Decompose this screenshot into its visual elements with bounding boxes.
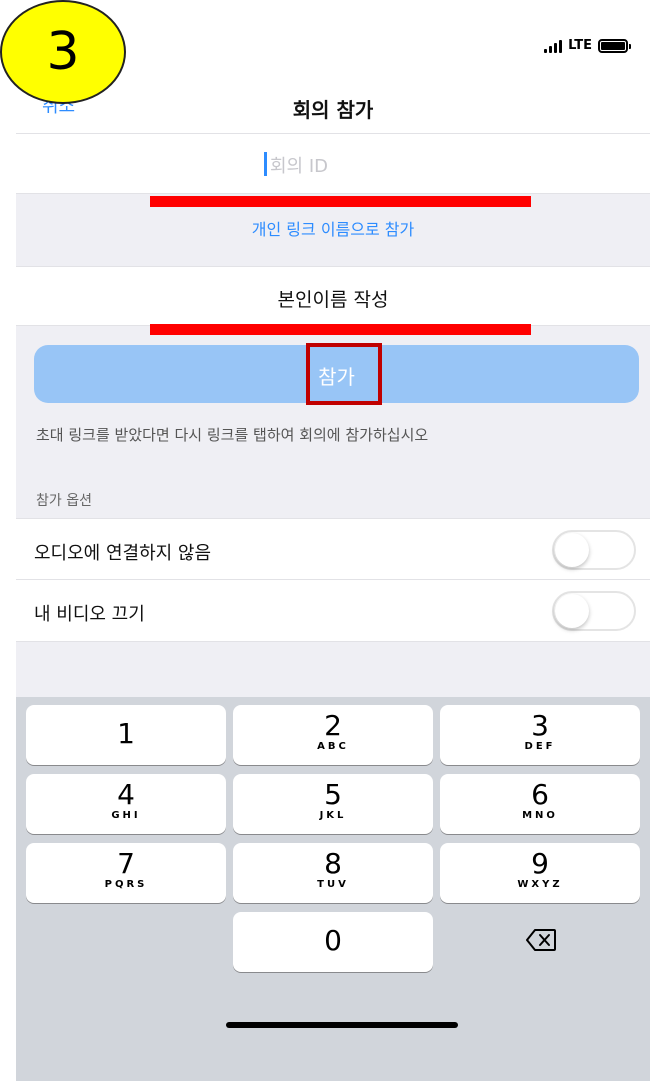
network-type: LTE <box>568 38 592 53</box>
key-9-number: 9 <box>531 847 549 880</box>
key-0-number: 0 <box>324 924 342 957</box>
key-2-letters: ABC <box>317 741 349 752</box>
key-7-letters: PQRS <box>104 879 148 890</box>
text-cursor <box>264 152 267 176</box>
numeric-keypad: 1 2 ABC 3 DEF 4 GHI 5 JKL 6 MNO 7 PQRS 8… <box>16 697 650 1081</box>
status-indicators: LTE <box>544 38 631 53</box>
key-5-number: 5 <box>324 778 342 811</box>
step-number: 3 <box>46 22 80 82</box>
key-1[interactable]: 1 <box>26 705 226 765</box>
key-8[interactable]: 8 TUV <box>233 843 433 903</box>
key-5-letters: JKL <box>319 810 347 821</box>
key-6-number: 6 <box>531 778 549 811</box>
step-number-badge: 3 <box>0 0 126 104</box>
key-5[interactable]: 5 JKL <box>233 774 433 834</box>
home-indicator[interactable] <box>226 1022 458 1028</box>
no-audio-toggle[interactable] <box>552 530 636 570</box>
delete-key[interactable] <box>440 912 640 972</box>
red-underline-annotation <box>150 324 531 335</box>
red-box-annotation <box>306 343 382 405</box>
key-4-letters: GHI <box>111 810 141 821</box>
option-row-no-audio: 오디오에 연결하지 않음 <box>16 518 650 580</box>
key-1-number: 1 <box>117 717 135 750</box>
key-7-number: 7 <box>117 847 135 880</box>
display-name-value: 본인이름 작성 <box>277 289 389 311</box>
key-9[interactable]: 9 WXYZ <box>440 843 640 903</box>
key-8-letters: TUV <box>317 879 349 890</box>
join-options-header: 참가 옵션 <box>36 493 92 509</box>
key-3[interactable]: 3 DEF <box>440 705 640 765</box>
video-off-toggle[interactable] <box>552 591 636 631</box>
key-6-letters: MNO <box>522 810 558 821</box>
key-3-number: 3 <box>531 709 549 742</box>
key-6[interactable]: 6 MNO <box>440 774 640 834</box>
key-4[interactable]: 4 GHI <box>26 774 226 834</box>
phone-screen: LTE 취소 회의 참가 회의 ID 개인 링크 이름으로 참가 본인이름 작성… <box>16 0 650 1081</box>
battery-icon <box>598 38 631 53</box>
video-off-label: 내 비디오 끄기 <box>34 604 145 625</box>
key-8-number: 8 <box>324 847 342 880</box>
key-2[interactable]: 2 ABC <box>233 705 433 765</box>
key-7[interactable]: 7 PQRS <box>26 843 226 903</box>
meeting-id-placeholder: 회의 ID <box>270 156 329 177</box>
meeting-id-input[interactable]: 회의 ID <box>16 134 650 194</box>
join-with-personal-link-button[interactable]: 개인 링크 이름으로 참가 <box>16 216 650 240</box>
key-2-number: 2 <box>324 709 342 742</box>
option-row-video-off: 내 비디오 끄기 <box>16 580 650 642</box>
display-name-input[interactable]: 본인이름 작성 <box>16 266 650 326</box>
key-0[interactable]: 0 <box>233 912 433 972</box>
personal-link-row: 개인 링크 이름으로 참가 <box>16 194 650 266</box>
invite-hint-text: 초대 링크를 받았다면 다시 링크를 탭하여 회의에 참가하십시오 <box>36 426 429 444</box>
key-4-number: 4 <box>117 778 135 811</box>
key-9-letters: WXYZ <box>517 879 563 890</box>
backspace-icon <box>526 929 556 951</box>
signal-bars-icon <box>544 39 563 53</box>
no-audio-label: 오디오에 연결하지 않음 <box>34 543 212 564</box>
key-3-letters: DEF <box>524 741 556 752</box>
